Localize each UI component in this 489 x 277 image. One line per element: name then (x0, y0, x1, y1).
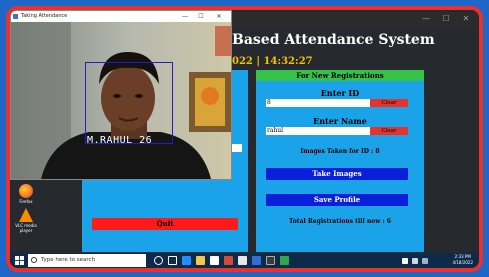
recognized-face-label: M.RAHUL 26 (87, 135, 153, 146)
id-input[interactable]: 8 (266, 99, 370, 107)
registration-header: For New Registrations (256, 70, 424, 81)
search-icon (31, 257, 37, 263)
desktop-icon-label: Firefox (19, 199, 33, 204)
close-icon[interactable]: ✕ (458, 12, 474, 26)
desktop-icon-label: VLC media player (15, 223, 37, 233)
firefox-icon (19, 184, 33, 198)
minimize-icon[interactable]: — (418, 12, 434, 26)
spreadsheet-icon[interactable] (280, 256, 289, 265)
vlc-cone-icon (19, 208, 33, 222)
total-registrations: Total Registrations till now : 6 (289, 218, 391, 225)
app-title: Based Attendance System (232, 32, 435, 48)
clock-date: 4/18/2022 (452, 260, 473, 265)
camera-window[interactable]: Taking Attendance — ☐ ✕ M.RAHUL 26 (10, 10, 232, 180)
enter-name-label: Enter Name (313, 116, 367, 126)
minimize-icon[interactable]: — (179, 11, 191, 22)
screen-border: — ☐ ✕ Based Attendance System 022 | 14:3… (6, 6, 483, 272)
windows-start-icon[interactable] (15, 256, 24, 265)
camera-window-title: Taking Attendance (21, 13, 68, 19)
volume-icon[interactable] (412, 258, 418, 264)
images-taken-status: Images Taken for ID : 8 (300, 148, 380, 155)
save-profile-button[interactable]: Save Profile (266, 194, 408, 206)
maximize-icon[interactable]: ☐ (195, 11, 207, 22)
registration-panel: For New Registrations Enter ID 8 Clear E… (256, 70, 424, 252)
clear-id-button[interactable]: Clear (370, 99, 408, 107)
close-icon[interactable]: ✕ (213, 11, 225, 22)
app-window-icon[interactable] (266, 256, 275, 265)
enter-id-label: Enter ID (320, 88, 360, 98)
taskbar-clock[interactable]: 2:33 PM 4/18/2022 (452, 254, 473, 266)
main-window-titlebar[interactable]: — ☐ ✕ (230, 12, 479, 26)
taskbar-search-input[interactable]: Type here to search (28, 254, 146, 267)
face-detection-box (85, 62, 173, 144)
python-icon[interactable] (252, 256, 261, 265)
app-icon (13, 14, 18, 19)
maximize-icon[interactable]: ☐ (438, 12, 454, 26)
cortana-icon[interactable] (154, 256, 163, 265)
camera-feed: M.RAHUL 26 (11, 22, 231, 179)
thumbnail-frame: — ☐ ✕ Based Attendance System 022 | 14:3… (0, 0, 489, 277)
clear-name-button[interactable]: Clear (370, 127, 408, 135)
quit-button[interactable]: Quit (92, 218, 238, 230)
date-time-display: 022 | 14:32:27 (232, 56, 313, 67)
file-explorer-icon[interactable] (196, 256, 205, 265)
store-icon[interactable] (210, 256, 219, 265)
desktop-icon-vlc[interactable]: VLC media player (12, 208, 40, 233)
taskbar: Type here to search 2:33 PM 4/18/2022 (10, 253, 479, 268)
camera-window-titlebar[interactable]: Taking Attendance — ☐ ✕ (11, 11, 231, 22)
network-icon[interactable] (402, 258, 408, 264)
take-images-button[interactable]: Take Images (266, 168, 408, 180)
office-icon[interactable] (224, 256, 233, 265)
task-view-icon[interactable] (168, 256, 177, 265)
edge-browser-icon[interactable] (182, 256, 191, 265)
desktop-icon-firefox[interactable]: Firefox (12, 184, 40, 204)
battery-icon[interactable] (422, 258, 428, 264)
mail-icon[interactable] (238, 256, 247, 265)
name-input[interactable]: rahul (266, 127, 370, 135)
